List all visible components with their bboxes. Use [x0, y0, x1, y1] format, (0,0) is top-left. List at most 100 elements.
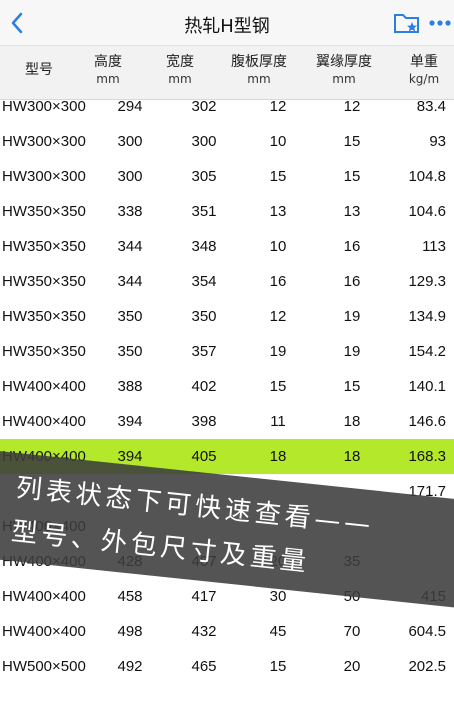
table-cell: 12	[269, 100, 287, 115]
table-cell: 15	[343, 133, 361, 150]
table-cell: 19	[269, 343, 287, 360]
column-label: 单重	[410, 54, 438, 70]
more-dots-icon[interactable]	[428, 10, 452, 36]
table-cell: 146.6	[408, 413, 446, 430]
table-cell: 18	[343, 413, 361, 430]
table-cell: HW300×300	[2, 133, 86, 150]
table-cell: 16	[343, 238, 361, 255]
column-unit: mm	[168, 72, 192, 86]
table-row[interactable]: HW350×350 344 348 10 16 113	[0, 229, 454, 264]
table-cell: 465	[191, 658, 217, 675]
table-cell: HW350×350	[2, 273, 86, 290]
table-cell: 15	[269, 658, 287, 675]
table-cell: 18	[343, 448, 361, 465]
table-cell: 113	[422, 238, 446, 255]
table-cell: 15	[269, 168, 287, 185]
table-cell: 15	[269, 378, 287, 395]
table-row[interactable]: HW350×350 350 357 19 19 154.2	[0, 334, 454, 369]
table-cell: 348	[191, 238, 217, 255]
table-cell: 350	[191, 308, 217, 325]
table-cell: 18	[269, 448, 287, 465]
column-unit: mm	[96, 72, 120, 86]
table-cell: 294	[117, 100, 143, 115]
table-cell: 70	[343, 623, 361, 640]
table-cell: 338	[117, 203, 143, 220]
table-cell: 498	[117, 623, 143, 640]
table-cell: 300	[191, 133, 217, 150]
table-row[interactable]: HW400×400 498 432 45 70 604.5	[0, 614, 454, 649]
table-cell: 15	[343, 168, 361, 185]
table-cell: 10	[269, 133, 287, 150]
table-row[interactable]: HW300×300 294 302 12 12 83.4	[0, 100, 454, 124]
table-cell: 11	[270, 413, 286, 430]
table-cell: 398	[191, 413, 217, 430]
column-header-height[interactable]: 高度 mm	[86, 54, 130, 88]
table-cell: 20	[343, 658, 361, 675]
table-cell: 19	[343, 308, 361, 325]
table-cell: HW400×400	[2, 588, 86, 605]
column-header-web-thickness[interactable]: 腹板厚度 mm	[222, 54, 296, 88]
table-row[interactable]: HW400×400 388 402 15 15 140.1	[0, 369, 454, 404]
table-cell: 302	[191, 100, 217, 115]
table-row[interactable]: HW350×350 350 350 12 19 134.9	[0, 299, 454, 334]
table-cell: HW350×350	[2, 308, 86, 325]
folder-star-icon[interactable]	[392, 10, 422, 36]
table-cell: 12	[269, 308, 287, 325]
column-header-unit-weight[interactable]: 单重 kg/m	[396, 54, 452, 88]
table-cell: HW300×300	[2, 100, 86, 115]
table-cell: 350	[117, 308, 143, 325]
table-cell: 344	[117, 273, 143, 290]
table-cell: HW350×350	[2, 238, 86, 255]
table-cell: 15	[343, 378, 361, 395]
table-row[interactable]: HW300×300 300 300 10 15 93	[0, 124, 454, 159]
page-title: 热轧H型钢	[184, 16, 270, 37]
table-cell: 350	[117, 343, 143, 360]
table-cell: 19	[343, 343, 361, 360]
table-cell: 129.3	[408, 273, 446, 290]
table-cell: 202.5	[408, 658, 446, 675]
table-cell: 357	[191, 343, 217, 360]
table-cell: 305	[191, 168, 217, 185]
column-header-model[interactable]: 型号	[14, 62, 64, 79]
table-cell: 16	[269, 273, 287, 290]
table-cell: 16	[343, 273, 361, 290]
table-cell: 432	[191, 623, 217, 640]
table-cell: 168.3	[408, 448, 446, 465]
table-cell: HW400×400	[2, 378, 86, 395]
column-label: 型号	[25, 62, 53, 78]
column-label: 腹板厚度	[231, 54, 287, 70]
column-label: 翼缘厚度	[316, 54, 372, 70]
table-row[interactable]: HW350×350 338 351 13 13 104.6	[0, 194, 454, 229]
table-row[interactable]: HW400×400 394 398 11 18 146.6	[0, 404, 454, 439]
table-row[interactable]: HW350×350 344 354 16 16 129.3	[0, 264, 454, 299]
table-cell: 417	[191, 588, 217, 605]
table-cell: 45	[269, 623, 287, 640]
table-cell: 458	[117, 588, 143, 605]
table-cell: 10	[269, 238, 287, 255]
table-cell: 104.6	[408, 203, 446, 220]
table-cell: 104.8	[408, 168, 446, 185]
table-cell: 354	[191, 273, 217, 290]
table-cell: HW350×350	[2, 203, 86, 220]
table-row[interactable]: HW300×300 300 305 15 15 104.8	[0, 159, 454, 194]
column-unit: mm	[332, 72, 356, 86]
column-label: 高度	[94, 54, 122, 70]
table-cell: 13	[343, 203, 361, 220]
table-cell: HW500×500	[2, 658, 86, 675]
column-header-width[interactable]: 宽度 mm	[158, 54, 202, 88]
table-cell: 300	[117, 168, 143, 185]
table-cell: 388	[117, 378, 143, 395]
table-cell: 300	[117, 133, 143, 150]
table-row[interactable]: HW500×500 492 465 15 20 202.5	[0, 649, 454, 684]
table-cell: HW350×350	[2, 343, 86, 360]
table-header: 型号 高度 mm 宽度 mm 腹板厚度 mm 翼缘厚度 mm 单重 kg/m	[0, 46, 454, 100]
table-cell: 394	[117, 413, 143, 430]
navigation-bar: 热轧H型钢	[0, 0, 454, 46]
table-cell: 402	[191, 378, 217, 395]
column-header-flange-thickness[interactable]: 翼缘厚度 mm	[306, 54, 382, 88]
table-cell: 492	[117, 658, 143, 675]
table-cell: HW400×400	[2, 413, 86, 430]
table-cell: 405	[191, 448, 217, 465]
table-cell: 134.9	[408, 308, 446, 325]
table-cell: 83.4	[416, 100, 446, 115]
